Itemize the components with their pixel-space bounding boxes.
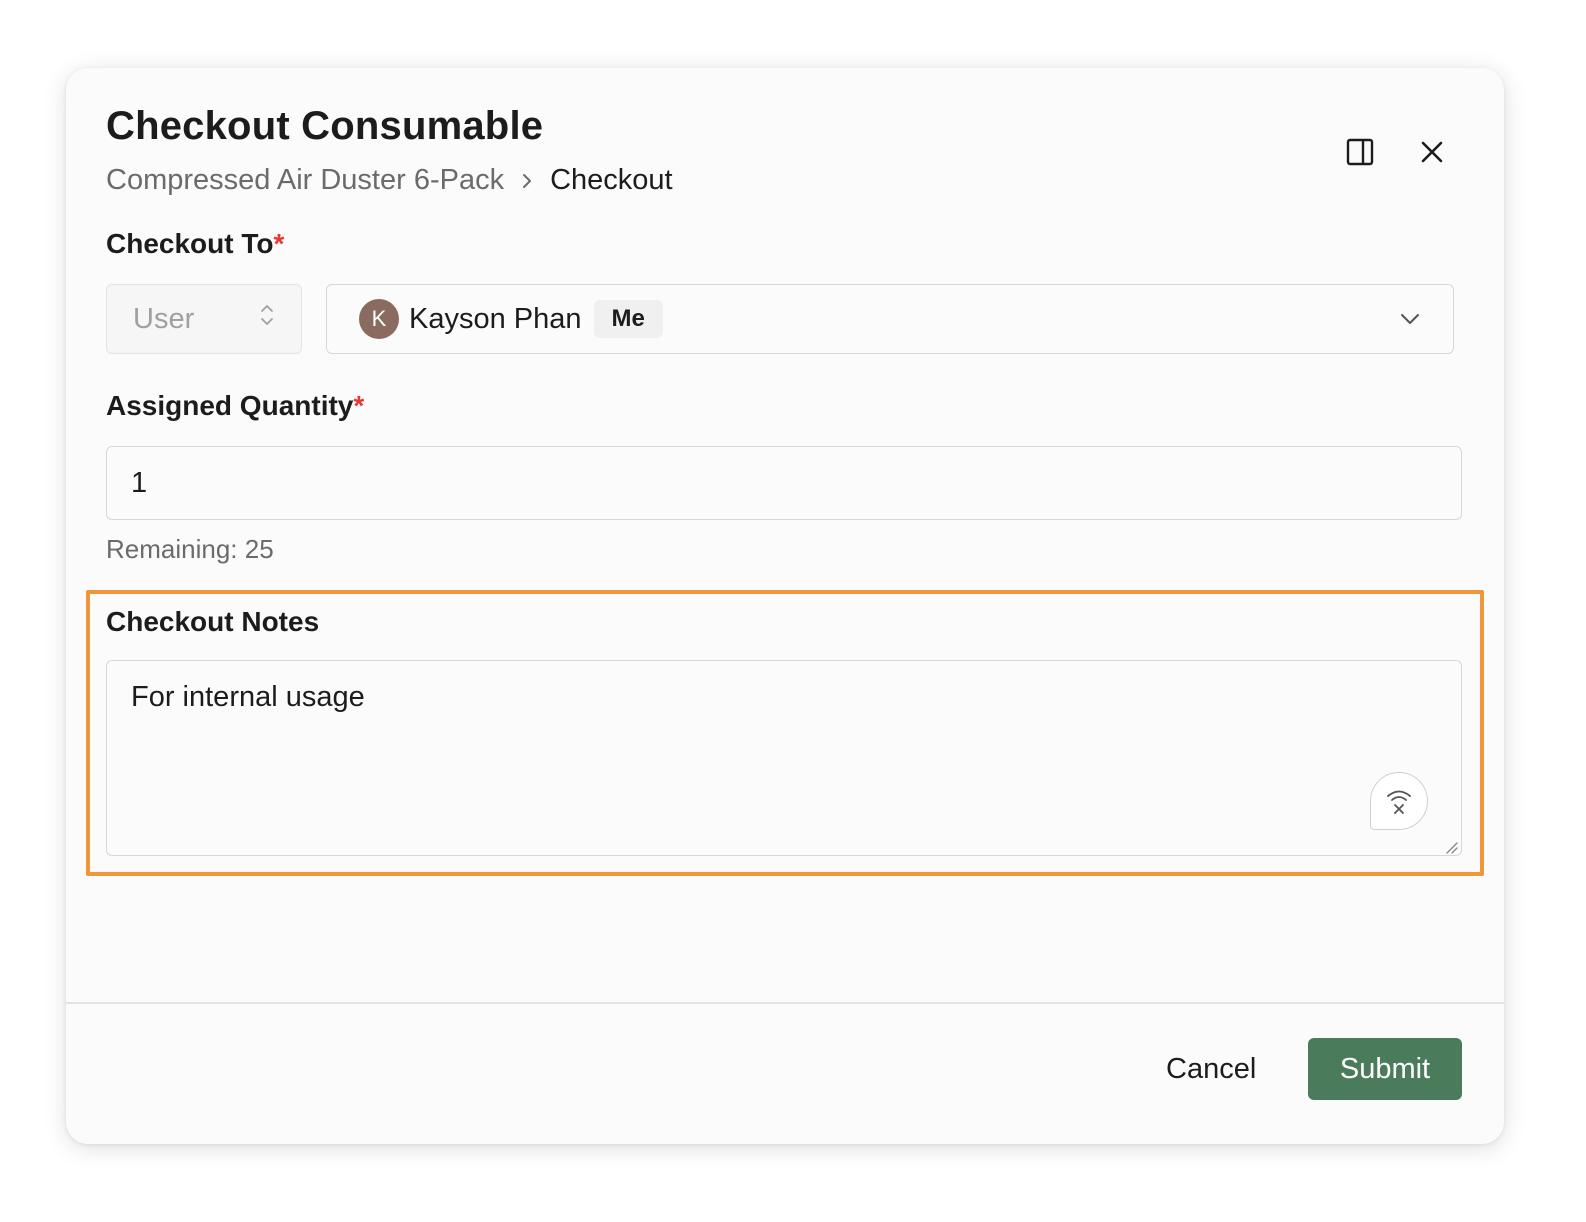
checkout-notes-label: Checkout Notes xyxy=(106,606,320,637)
checkout-dialog: Checkout Consumable Compressed Air Duste… xyxy=(66,68,1504,1144)
user-select[interactable]: K Kayson Phan Me xyxy=(326,284,1454,354)
checkout-to-label-text: Checkout To xyxy=(106,228,274,259)
breadcrumb-parent[interactable]: Compressed Air Duster 6-Pack xyxy=(106,164,504,197)
header-actions xyxy=(1344,136,1448,168)
assigned-quantity-label: Assigned Quantity* xyxy=(106,390,364,422)
selected-user-name: Kayson Phan xyxy=(409,302,582,335)
required-marker: * xyxy=(273,228,285,259)
checkout-notes-textarea[interactable]: For internal usage xyxy=(106,660,1462,856)
close-icon[interactable] xyxy=(1416,136,1448,168)
required-marker: * xyxy=(353,390,365,421)
side-panel-icon[interactable] xyxy=(1344,136,1376,168)
voice-input-off-icon[interactable] xyxy=(1370,772,1428,830)
breadcrumb-current: Checkout xyxy=(550,164,673,196)
me-badge: Me xyxy=(593,300,663,338)
avatar: K xyxy=(359,299,399,339)
dialog-title: Checkout Consumable xyxy=(106,104,544,148)
chevron-right-icon xyxy=(520,171,534,191)
cancel-button[interactable]: Cancel xyxy=(1146,1038,1276,1100)
chevron-down-icon xyxy=(1399,312,1421,326)
remaining-helper-text: Remaining: 25 xyxy=(106,534,274,564)
checkout-type-value: User xyxy=(133,302,195,335)
checkout-type-select[interactable]: User xyxy=(106,284,302,354)
submit-button[interactable]: Submit xyxy=(1308,1038,1462,1100)
footer-divider xyxy=(66,1002,1504,1004)
assigned-quantity-label-text: Assigned Quantity xyxy=(106,390,354,421)
resize-handle-icon[interactable] xyxy=(1444,840,1458,854)
checkout-to-label: Checkout To* xyxy=(106,228,284,260)
assigned-quantity-input[interactable] xyxy=(106,446,1462,520)
breadcrumb: Compressed Air Duster 6-Pack Checkout xyxy=(106,164,673,197)
up-down-chevron-icon xyxy=(259,302,275,336)
